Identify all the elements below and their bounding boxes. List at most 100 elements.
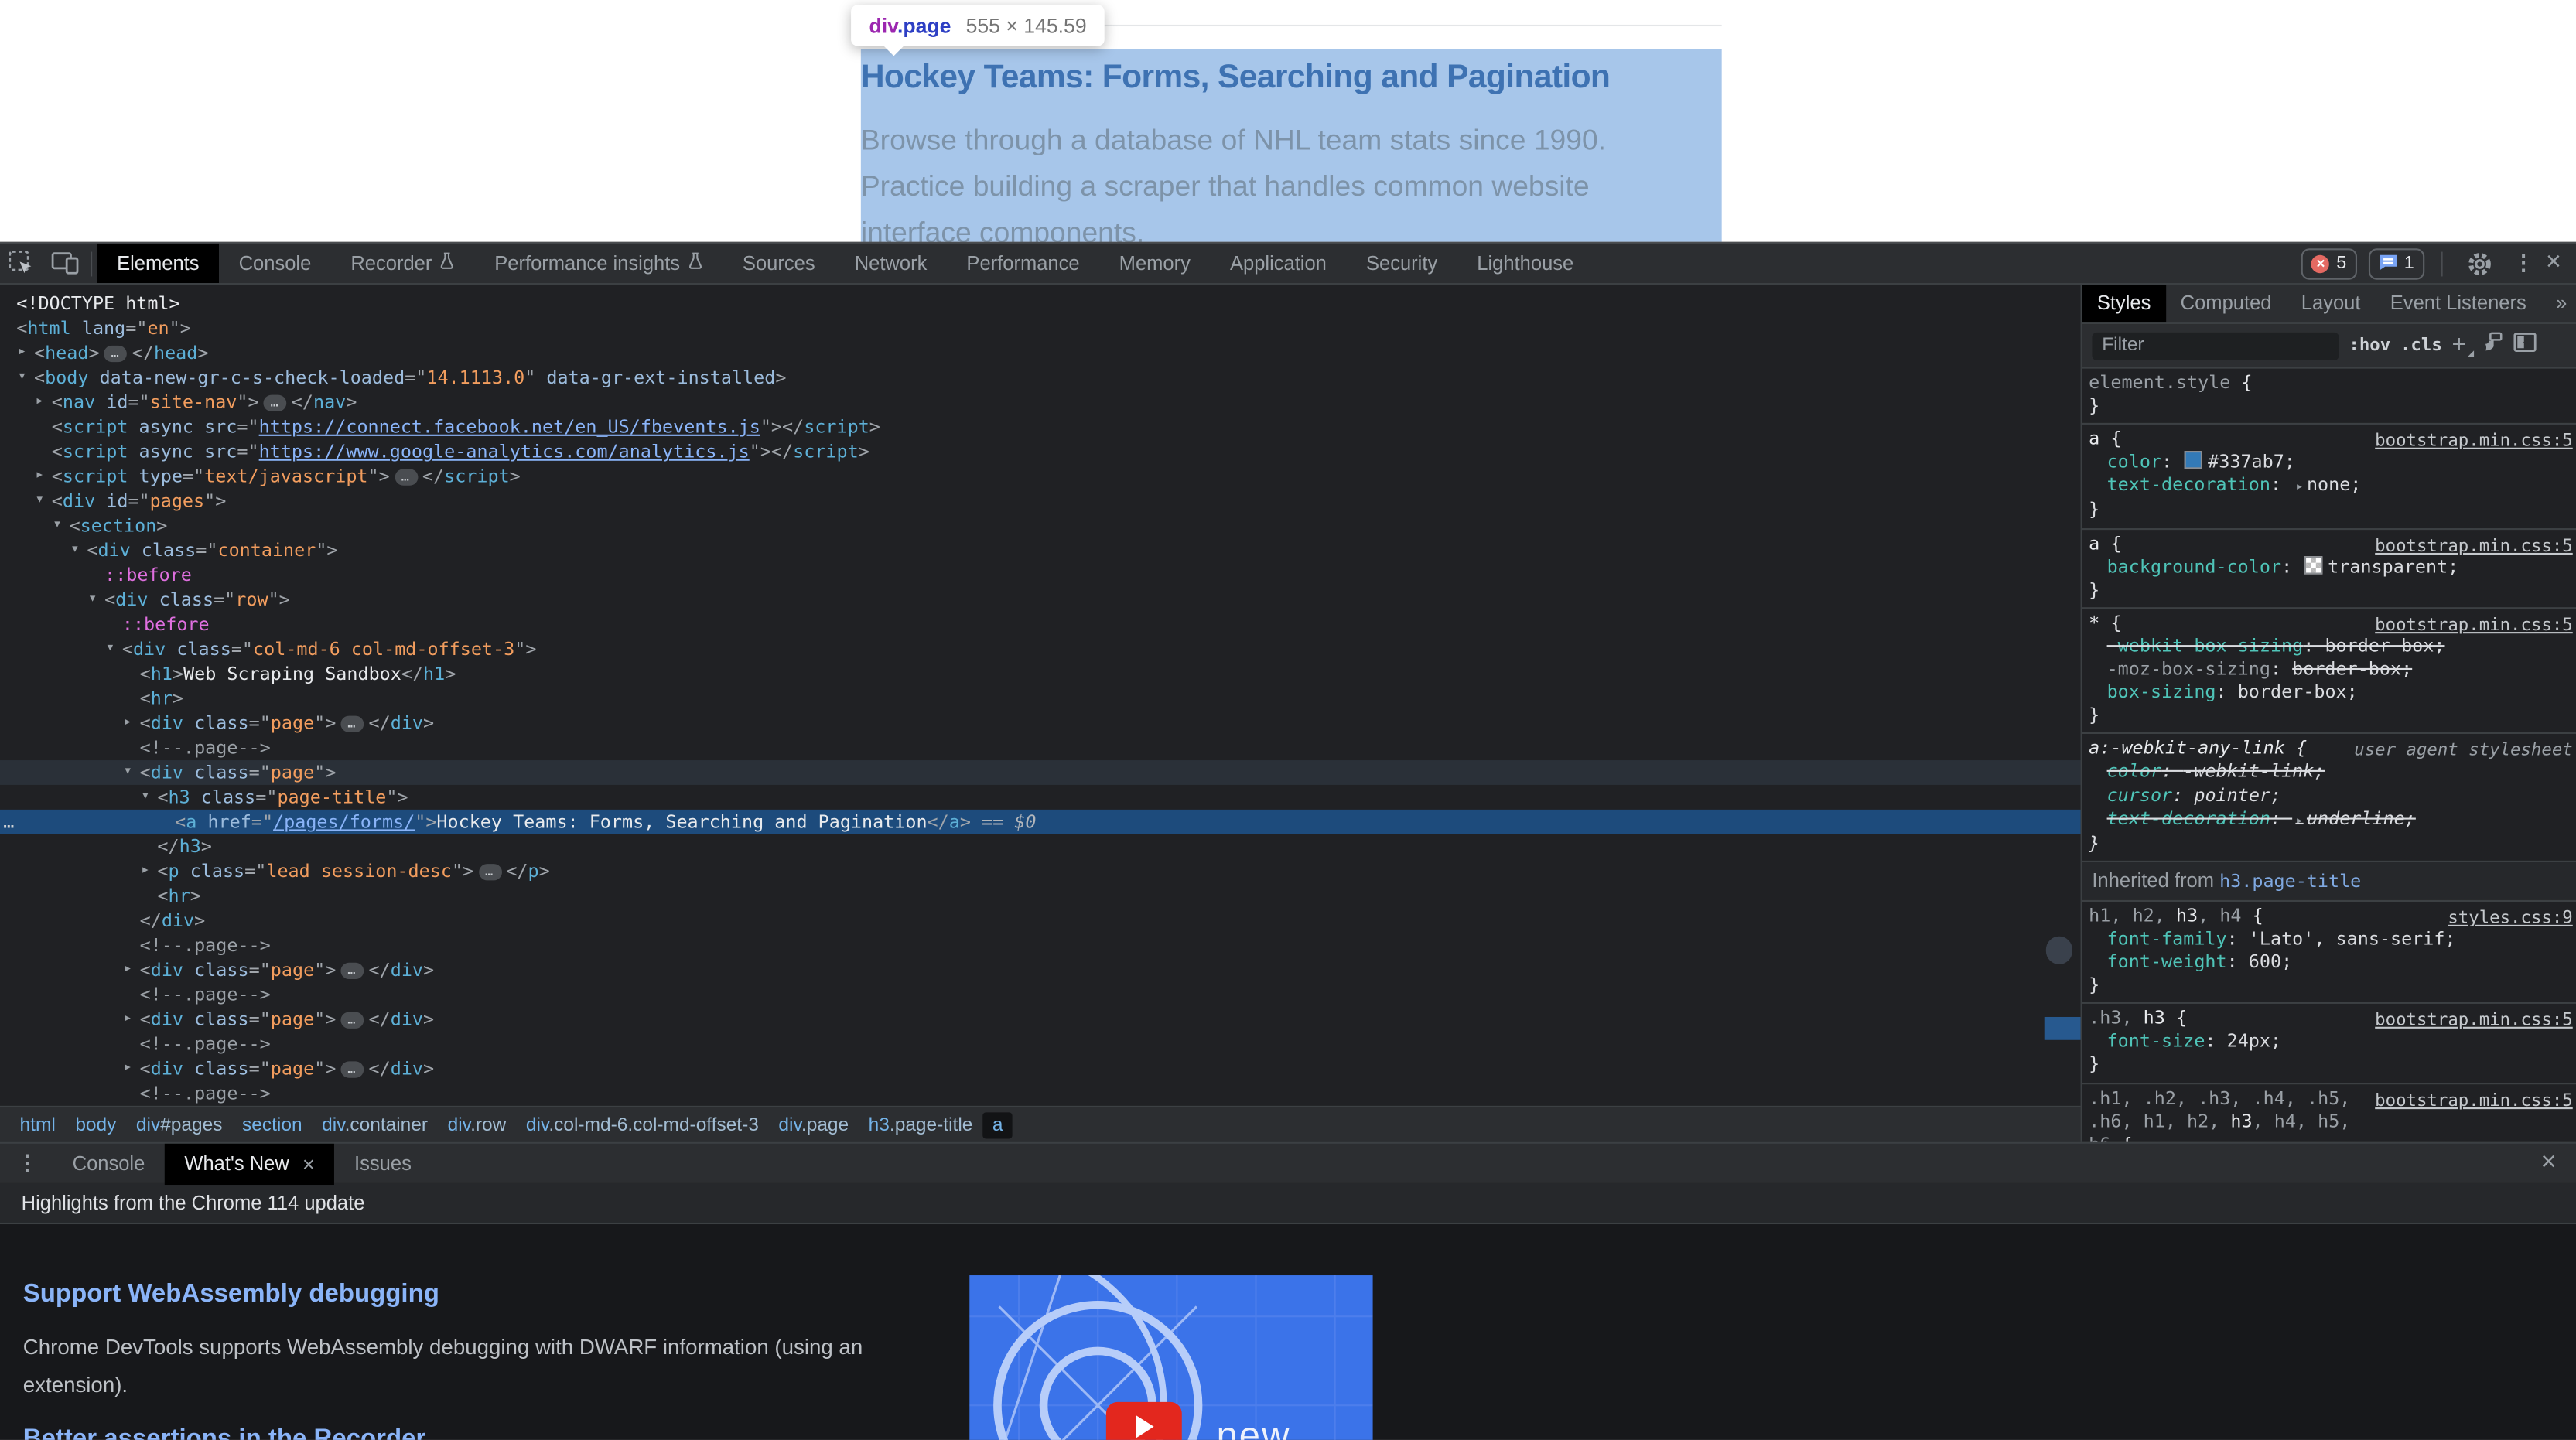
tree-row[interactable]: ▸ <div class="page">… </div> bbox=[0, 1007, 2081, 1032]
tab-lighthouse[interactable]: Lighthouse bbox=[1457, 244, 1594, 283]
filter-input[interactable] bbox=[2092, 331, 2339, 360]
tree-row[interactable]: ::before bbox=[0, 613, 2081, 637]
tree-row[interactable]: ▾ <section> bbox=[0, 514, 2081, 538]
issues-badge[interactable]: 1 bbox=[2367, 247, 2424, 279]
close-drawer-icon[interactable]: × bbox=[2541, 1149, 2576, 1176]
error-badge[interactable]: × 5 bbox=[2301, 247, 2357, 279]
tree-row[interactable]: ▾ <div class="page"> bbox=[0, 760, 2081, 785]
tab-console[interactable]: Console bbox=[219, 244, 331, 283]
sidebar-tab-event-listeners[interactable]: Event Listeners bbox=[2376, 285, 2541, 322]
tree-row[interactable]: ▸ <div class="page">… </div> bbox=[0, 957, 2081, 982]
tree-row[interactable]: <script async src="https://connect.faceb… bbox=[0, 415, 2081, 439]
node-actions-hint[interactable]: … bbox=[3, 810, 14, 834]
breadcrumb-item[interactable]: body bbox=[66, 1111, 127, 1138]
tab-performance[interactable]: Performance bbox=[947, 244, 1099, 283]
collapsed-content-ellipsis[interactable]: … bbox=[478, 864, 501, 881]
page-link-title[interactable]: Hockey Teams: Forms, Searching and Pagin… bbox=[861, 60, 1722, 97]
tree-row[interactable]: ::before bbox=[0, 563, 2081, 588]
youtube-play-icon[interactable] bbox=[1105, 1401, 1182, 1440]
collapsed-content-ellipsis[interactable]: … bbox=[395, 469, 418, 486]
breadcrumb-item[interactable]: a bbox=[982, 1111, 1013, 1138]
drawer-kebab-icon[interactable]: ⋮ bbox=[16, 1150, 38, 1176]
tree-row[interactable]: <html lang="en"> bbox=[0, 316, 2081, 341]
tree-row[interactable]: <!--.page--> bbox=[0, 1032, 2081, 1056]
breadcrumb-item[interactable]: div.container bbox=[312, 1111, 438, 1138]
chevron-right-icon[interactable]: ▸ bbox=[123, 711, 132, 735]
chevron-right-icon[interactable]: ▸ bbox=[123, 1007, 132, 1032]
expand-value-icon[interactable]: ▸ bbox=[2295, 479, 2303, 494]
breadcrumb-item[interactable]: div#pages bbox=[126, 1111, 232, 1138]
sidebar-tab-computed[interactable]: Computed bbox=[2166, 285, 2287, 322]
css-property[interactable]: color: -webkit-link; bbox=[2089, 761, 2569, 784]
tree-row[interactable]: ▾ <div id="pages"> bbox=[0, 489, 2081, 514]
tab-application[interactable]: Application bbox=[1210, 244, 1346, 283]
inherited-node-link[interactable]: h3.page-title bbox=[2219, 870, 2361, 892]
tree-row[interactable]: ▸ <nav id="site-nav">… </nav> bbox=[0, 390, 2081, 415]
tree-row[interactable]: </h3> bbox=[0, 834, 2081, 859]
drawer-tab-what-s-new[interactable]: What's New × bbox=[164, 1142, 335, 1184]
tree-row[interactable]: ▸ <script type="text/javascript">… </scrip… bbox=[0, 464, 2081, 489]
tree-row[interactable]: <!--.page--> bbox=[0, 933, 2081, 957]
tree-row[interactable]: </div> bbox=[0, 909, 2081, 933]
breadcrumb-item[interactable]: section bbox=[232, 1111, 312, 1138]
drawer-tab-issues[interactable]: Issues bbox=[335, 1143, 432, 1184]
toggle-sidebar-icon[interactable] bbox=[2514, 331, 2537, 360]
tree-row[interactable]: ▾ <h3 class="page-title"> bbox=[0, 785, 2081, 810]
chevron-down-icon[interactable]: ▾ bbox=[53, 514, 62, 538]
css-property[interactable]: color: #337ab7; bbox=[2089, 451, 2569, 475]
device-toolbar-icon[interactable] bbox=[43, 244, 85, 283]
chevron-down-icon[interactable]: ▾ bbox=[141, 785, 150, 810]
stylesheet-source-link[interactable]: bootstrap.min.css:5 bbox=[2375, 1009, 2573, 1032]
collapsed-content-ellipsis[interactable]: … bbox=[340, 1012, 364, 1029]
tab-elements[interactable]: Elements bbox=[97, 243, 220, 283]
rendering-emulation-icon[interactable] bbox=[2482, 331, 2504, 360]
color-swatch[interactable] bbox=[2185, 451, 2203, 470]
inspect-element-icon[interactable] bbox=[0, 244, 43, 283]
collapsed-content-ellipsis[interactable]: … bbox=[340, 962, 364, 980]
tree-row[interactable]: ▸ <div class="page">… </div> bbox=[0, 711, 2081, 735]
chevron-right-icon[interactable]: ▸ bbox=[18, 340, 27, 365]
chevron-right-icon[interactable]: ▸ bbox=[123, 957, 132, 982]
tab-security[interactable]: Security bbox=[1346, 244, 1457, 283]
tree-row[interactable]: <script async src="https://www.google-an… bbox=[0, 439, 2081, 464]
tab-memory[interactable]: Memory bbox=[1099, 244, 1210, 283]
video-thumbnail[interactable]: new bbox=[969, 1275, 1373, 1440]
css-property[interactable]: -webkit-box-sizing: border-box; bbox=[2089, 635, 2569, 658]
tree-row[interactable]: ▸ <head>… </head> bbox=[0, 340, 2081, 365]
chevron-down-icon[interactable]: ▾ bbox=[36, 489, 45, 514]
new-style-rule-icon[interactable]: + bbox=[2452, 333, 2475, 357]
tree-row[interactable]: ▸ <p class="lead session-desc">… </p> bbox=[0, 859, 2081, 884]
chevron-right-icon[interactable]: ▸ bbox=[36, 390, 45, 415]
tab-recorder[interactable]: Recorder bbox=[331, 244, 475, 283]
tree-row[interactable]: … <a href="/pages/forms/">Hockey Teams: F… bbox=[0, 809, 2081, 834]
css-property[interactable]: text-decoration: ▸ underline; bbox=[2089, 807, 2569, 832]
tree-row[interactable]: <!--.page--> bbox=[0, 735, 2081, 760]
css-property[interactable]: background-color: transparent; bbox=[2089, 555, 2569, 578]
collapsed-content-ellipsis[interactable]: … bbox=[340, 1061, 364, 1078]
chevron-right-icon[interactable]: ▸ bbox=[141, 859, 150, 884]
tab-sources[interactable]: Sources bbox=[723, 244, 835, 283]
css-property[interactable]: -moz-box-sizing: border-box; bbox=[2089, 658, 2569, 681]
style-rule[interactable]: a:-webkit-any-link {user agent styleshee… bbox=[2082, 735, 2576, 862]
chevron-down-icon[interactable]: ▾ bbox=[18, 365, 27, 390]
toggle-element-classes[interactable]: .cls bbox=[2400, 336, 2442, 356]
breadcrumb-item[interactable]: div.row bbox=[438, 1111, 516, 1138]
settings-gear-icon[interactable] bbox=[2458, 244, 2501, 283]
tree-row[interactable]: ▾ <body data-new-gr-c-s-check-loaded="14.… bbox=[0, 365, 2081, 390]
sidebar-tab--[interactable]: » bbox=[2541, 285, 2576, 322]
css-property[interactable]: text-decoration: ▸ none; bbox=[2089, 475, 2569, 500]
breadcrumb-item[interactable]: div.page bbox=[769, 1111, 859, 1138]
tree-row[interactable]: <hr> bbox=[0, 884, 2081, 909]
style-rule[interactable]: h1, h2, h3, h4 {styles.css:9 font-family:… bbox=[2082, 902, 2576, 1005]
tree-row[interactable]: ▸ <div class="page">… </div> bbox=[0, 1056, 2081, 1081]
sidebar-tab-layout[interactable]: Layout bbox=[2287, 285, 2376, 322]
chevron-down-icon[interactable]: ▾ bbox=[70, 538, 80, 563]
css-property[interactable]: font-size: 24px; bbox=[2089, 1031, 2569, 1054]
breadcrumb-item[interactable]: html bbox=[10, 1111, 66, 1138]
stylesheet-source-link[interactable]: bootstrap.min.css:5 bbox=[2375, 534, 2573, 558]
style-rule[interactable]: a {bootstrap.min.css:5 background-color: … bbox=[2082, 529, 2576, 609]
chevron-down-icon[interactable]: ▾ bbox=[88, 588, 97, 613]
chevron-right-icon[interactable]: ▸ bbox=[36, 464, 45, 489]
style-rule[interactable]: .h1, .h2, .h3, .h4, .h5, .h6, h1, h2, h3,… bbox=[2082, 1083, 2576, 1141]
sidebar-tab-styles[interactable]: Styles bbox=[2082, 285, 2166, 323]
